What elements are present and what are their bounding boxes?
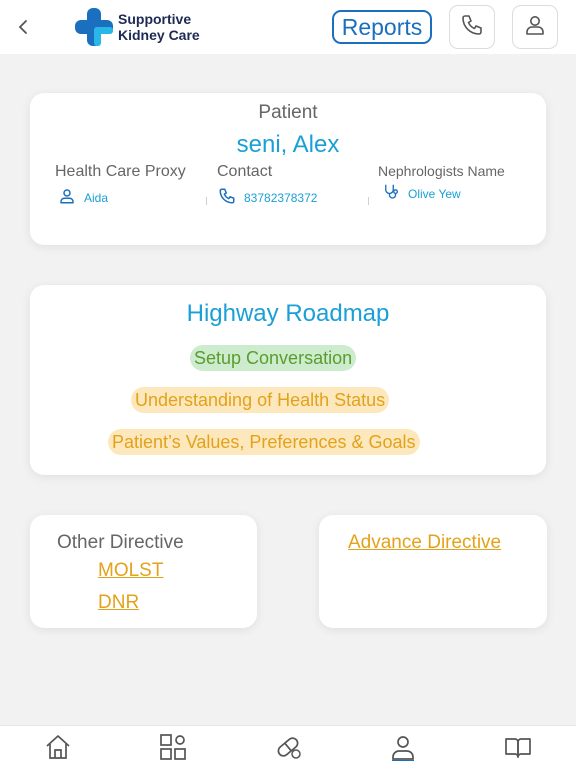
brand-name: Supportive Kidney Care [118,11,200,43]
proxy-value[interactable]: Aida [58,187,108,208]
nephrologist-label: Nephrologists Name [378,163,505,179]
patient-label: Patient [258,102,318,123]
account-button[interactable] [512,5,558,49]
roadmap-title: Highway Roadmap [186,300,390,327]
divider [206,197,207,205]
nephrologist-value[interactable]: Olive Yew [382,183,461,204]
brand-line-2: Kidney Care [118,27,200,43]
advance-directive-link[interactable]: Advance Directive [348,532,501,554]
roadmap-step-values-goals[interactable]: Patient’s Values, Preferences & Goals [108,429,420,455]
profile-icon[interactable] [388,732,418,762]
contact-number: 83782378372 [244,190,318,205]
roadmap-step-setup-conversation[interactable]: Setup Conversation [190,345,357,371]
reports-button[interactable]: Reports [332,10,432,44]
contact-value[interactable]: 83782378372 [218,187,317,208]
person-icon [58,187,76,208]
call-button[interactable] [449,5,495,49]
stethoscope-icon [382,183,400,204]
brand-line-1: Supportive [118,11,192,27]
roadmap-step-health-status[interactable]: Understanding of Health Status [131,387,390,413]
book-icon[interactable] [503,732,533,762]
apps-grid-icon[interactable] [158,732,188,762]
molst-link[interactable]: MOLST [98,560,163,582]
home-icon[interactable] [43,732,73,762]
top-bar: Supportive Kidney Care Reports [0,0,576,54]
user-icon [523,13,547,42]
proxy-name: Aida [84,190,109,205]
contact-label: Contact [217,163,273,180]
phone-icon [460,13,484,42]
logo-cross-icon [74,7,114,47]
other-directive-title: Other Directive [57,532,184,553]
patient-name: seni, Alex [236,131,340,158]
proxy-label: Health Care Proxy [55,163,186,180]
bottom-nav [0,725,576,768]
other-directive-card: Other Directive MOLST DNR [30,515,257,628]
advance-directive-card: Advance Directive [319,515,547,628]
dnr-link[interactable]: DNR [98,592,139,614]
back-chevron-icon[interactable] [12,14,34,40]
nephrologist-name: Olive Yew [408,186,461,201]
divider [368,197,369,205]
medication-icon[interactable] [273,732,303,762]
phone-icon [218,187,236,208]
patient-card: Patient seni, Alex Health Care Proxy Aid… [30,93,546,245]
roadmap-card: Highway Roadmap Setup Conversation Under… [30,285,546,475]
